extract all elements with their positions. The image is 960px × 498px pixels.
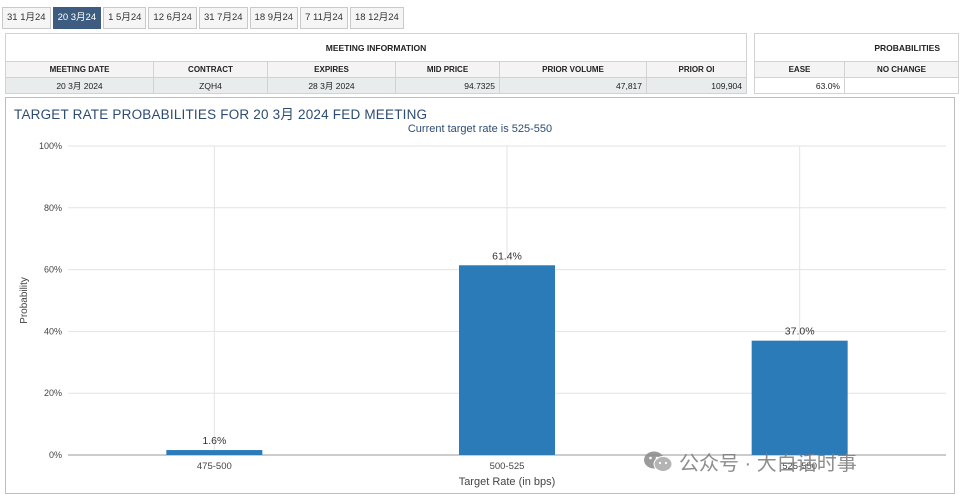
value-no-change — [844, 77, 959, 94]
y-tick-label: 20% — [44, 388, 62, 398]
tab-meeting-5[interactable]: 18 9月24 — [249, 7, 299, 29]
header-ease: EASE — [754, 61, 845, 78]
value-mid-price: 94.7325 — [395, 77, 500, 94]
value-prior-oi: 109,904 — [645, 77, 748, 94]
y-tick-label: 100% — [39, 141, 62, 151]
header-contract: CONTRACT — [153, 61, 268, 78]
x-tick-label: 475-500 — [197, 461, 232, 472]
y-tick-label: 0% — [49, 450, 62, 460]
data-label: 61.4% — [492, 250, 522, 262]
bar — [166, 450, 263, 455]
tab-meeting-7[interactable]: 18 12月24 — [349, 7, 404, 29]
tab-meeting-2[interactable]: 1 5月24 — [103, 7, 147, 29]
chart-panel: TARGET RATE PROBABILITIES FOR 20 3月 2024… — [5, 97, 955, 494]
header-expires: EXPIRES — [267, 61, 396, 78]
value-meeting-date: 20 3月 2024 — [5, 77, 154, 94]
data-label: 1.6% — [202, 435, 226, 447]
meeting-info-title: MEETING INFORMATION — [4, 33, 748, 62]
x-tick-label: 500-525 — [490, 461, 525, 472]
header-no-change: NO CHANGE — [844, 61, 959, 78]
tab-meeting-6[interactable]: 7 11月24 — [300, 7, 348, 29]
bar — [751, 340, 848, 455]
wechat-icon — [643, 450, 673, 474]
watermark-text: 公众号 · 大白话时事 — [679, 453, 857, 475]
header-prior-oi: PRIOR OI — [645, 61, 748, 78]
tab-meeting-1[interactable]: 20 3月24 — [52, 7, 102, 29]
probabilities-table: PROBABILITIES EASE NO CHANGE 63.0% — [754, 33, 959, 94]
watermark: 公众号 · 大白话时事 — [643, 447, 857, 476]
y-tick-label: 60% — [44, 265, 62, 275]
bar — [459, 265, 555, 455]
meeting-info-table: MEETING INFORMATION MEETING DATE CONTRAC… — [4, 33, 748, 94]
value-prior-volume: 47,817 — [499, 77, 647, 94]
tab-meeting-0[interactable]: 31 1月24 — [2, 7, 51, 29]
bar-chart: 0% 20% 40% 60% 80% 100% 1.6% 475-500 61.4% 500-52… — [19, 141, 946, 488]
value-expires: 28 3月 2024 — [267, 77, 396, 94]
value-contract: ZQH4 — [153, 77, 268, 94]
y-tick-label: 80% — [44, 203, 62, 213]
header-mid-price: MID PRICE — [395, 61, 500, 78]
y-axis-title: Probability — [19, 277, 30, 324]
x-axis-title: Target Rate (in bps) — [459, 476, 556, 488]
tab-meeting-3[interactable]: 12 6月24 — [148, 7, 197, 29]
header-meeting-date: MEETING DATE — [5, 61, 154, 78]
probabilities-title: PROBABILITIES — [754, 33, 959, 62]
tab-meeting-4[interactable]: 31 7月24 — [198, 7, 248, 29]
header-prior-volume: PRIOR VOLUME — [499, 61, 647, 78]
meeting-tabs: 31 1月24 20 3月24 1 5月24 12 6月24 31 7月24 18 9月2… — [2, 7, 404, 29]
value-ease: 63.0% — [754, 77, 845, 94]
data-label: 37.0% — [785, 326, 815, 338]
y-tick-label: 40% — [44, 326, 62, 336]
